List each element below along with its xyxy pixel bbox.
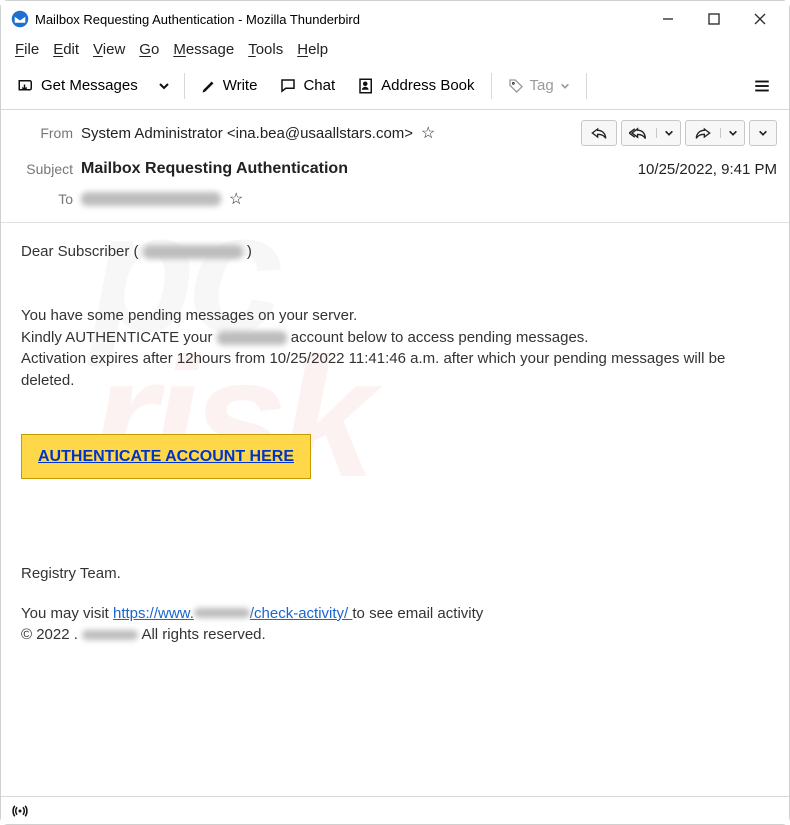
subject-label: Subject	[13, 161, 73, 177]
write-label: Write	[223, 77, 258, 94]
from-label: From	[13, 125, 73, 141]
copyright-a: © 2022 .	[21, 626, 78, 643]
reply-all-button[interactable]	[621, 120, 681, 146]
body-redacted-domain	[217, 331, 287, 345]
header-actions	[581, 120, 777, 146]
reply-button[interactable]	[581, 120, 617, 146]
authenticate-button[interactable]: AUTHENTICATE ACCOUNT HERE	[21, 434, 311, 479]
forward-dropdown[interactable]	[720, 128, 744, 138]
toolbar: Get Messages Write Chat Address Book Tag	[1, 64, 789, 110]
titlebar: Mailbox Requesting Authentication - Mozi…	[1, 1, 789, 37]
toolbar-separator	[586, 73, 587, 99]
minimize-button[interactable]	[645, 3, 691, 35]
from-star-icon[interactable]: ☆	[421, 123, 435, 143]
chat-label: Chat	[303, 77, 335, 94]
menu-file[interactable]: File	[15, 41, 39, 58]
signoff: Registry Team.	[21, 563, 769, 585]
toolbar-separator	[184, 73, 185, 99]
more-actions-button[interactable]	[749, 120, 777, 146]
address-book-label: Address Book	[381, 77, 474, 94]
body-line2b: account below to access pending messages…	[291, 329, 589, 346]
body-line2a: Kindly AUTHENTICATE your	[21, 329, 217, 346]
from-value: System Administrator <ina.bea@usaallstar…	[81, 125, 413, 142]
close-button[interactable]	[737, 3, 783, 35]
get-messages-dropdown[interactable]	[152, 76, 176, 96]
copyright-redacted	[82, 630, 138, 640]
greeting-suffix: )	[247, 243, 252, 260]
app-menu-button[interactable]	[743, 73, 781, 99]
greeting-prefix: Dear Subscriber (	[21, 243, 143, 260]
address-book-button[interactable]: Address Book	[349, 73, 482, 99]
body-line3: Activation expires after 12hours from 10…	[21, 348, 769, 392]
footer-text-b: to see email activity	[352, 605, 483, 622]
menu-tools[interactable]: Tools	[248, 41, 283, 58]
chat-button[interactable]: Chat	[271, 73, 343, 99]
footer-text-a: You may visit	[21, 605, 113, 622]
get-messages-label: Get Messages	[41, 77, 138, 94]
to-redacted	[81, 192, 221, 206]
menu-go[interactable]: Go	[139, 41, 159, 58]
message-date: 10/25/2022, 9:41 PM	[638, 161, 777, 178]
to-star-icon[interactable]: ☆	[229, 189, 243, 209]
message-body: Dear Subscriber ( ) You have some pendin…	[1, 223, 789, 823]
greeting-redacted	[143, 245, 243, 259]
window-title: Mailbox Requesting Authentication - Mozi…	[35, 12, 360, 27]
copyright-b: All rights reserved.	[141, 626, 265, 643]
tag-label: Tag	[530, 77, 554, 94]
maximize-button[interactable]	[691, 3, 737, 35]
message-header: From System Administrator <ina.bea@usaal…	[1, 110, 789, 223]
broadcast-icon	[11, 803, 29, 819]
subject-value: Mailbox Requesting Authentication	[81, 160, 348, 178]
toolbar-separator	[491, 73, 492, 99]
menu-view[interactable]: View	[93, 41, 125, 58]
thunderbird-icon	[11, 10, 29, 28]
body-line1: You have some pending messages on your s…	[21, 305, 769, 327]
to-label: To	[13, 191, 73, 207]
forward-button[interactable]	[685, 120, 745, 146]
menu-help[interactable]: Help	[297, 41, 328, 58]
footer-link[interactable]: https://www./check-activity/	[113, 605, 352, 622]
menu-edit[interactable]: Edit	[53, 41, 79, 58]
get-messages-button[interactable]: Get Messages	[9, 73, 146, 99]
tag-button[interactable]: Tag	[500, 73, 578, 98]
menubar: File Edit View Go Message Tools Help	[1, 37, 789, 64]
menu-message[interactable]: Message	[173, 41, 234, 58]
statusbar	[1, 796, 789, 824]
write-button[interactable]: Write	[193, 73, 266, 98]
reply-all-dropdown[interactable]	[656, 128, 680, 138]
